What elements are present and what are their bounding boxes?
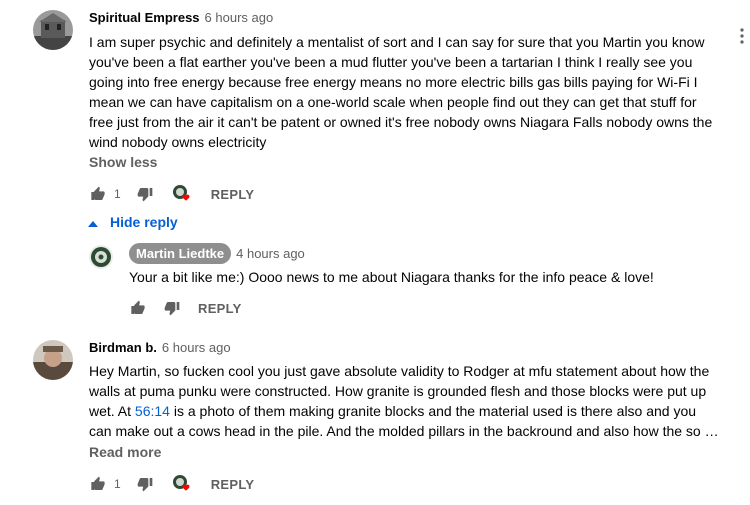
more-vertical-icon[interactable] <box>738 28 746 49</box>
avatar[interactable] <box>33 340 73 380</box>
thumb-up-icon[interactable] <box>90 476 106 492</box>
timestamp-link[interactable]: 56:14 <box>135 403 170 419</box>
like-count: 1 <box>114 477 121 491</box>
thumb-down-icon[interactable] <box>164 300 180 316</box>
avatar[interactable] <box>89 245 113 269</box>
reply-button[interactable]: REPLY <box>198 301 242 316</box>
reply-button[interactable]: REPLY <box>211 477 255 492</box>
comment-actions: 1 REPLY <box>90 474 254 494</box>
author-name[interactable]: Spiritual Empress <box>89 10 200 25</box>
hide-replies-label: Hide reply <box>110 214 178 230</box>
show-less-button[interactable]: Show less <box>89 154 157 170</box>
timestamp[interactable]: 6 hours ago <box>162 340 231 355</box>
caret-up-icon <box>88 214 98 230</box>
timestamp[interactable]: 4 hours ago <box>236 246 305 261</box>
reply-martin-liedtke: Martin Liedtke 4 hours ago Your a bit li… <box>0 240 750 320</box>
thumb-up-icon[interactable] <box>130 300 146 316</box>
comment-header: Martin Liedtke 4 hours ago <box>129 243 305 264</box>
comment-text: Your a bit like me:) Oooo news to me abo… <box>129 269 654 285</box>
hide-replies-toggle[interactable]: Hide reply <box>88 214 178 230</box>
thumb-down-icon[interactable] <box>137 186 153 202</box>
author-name[interactable]: Birdman b. <box>89 340 157 355</box>
comment-header: Spiritual Empress 6 hours ago <box>89 10 273 25</box>
comment-birdman-b: Birdman b. 6 hours ago Hey Martin, so fu… <box>0 330 750 505</box>
creator-heart-icon <box>171 474 193 494</box>
thumb-up-icon[interactable] <box>90 186 106 202</box>
comment-spiritual-empress: Spiritual Empress 6 hours ago I am super… <box>0 0 750 230</box>
comment-actions: REPLY <box>130 298 242 318</box>
timestamp[interactable]: 6 hours ago <box>205 10 274 25</box>
comment-text-part: is a photo of them making granite blocks… <box>89 403 719 439</box>
avatar[interactable] <box>33 10 73 50</box>
comment-actions: 1 REPLY <box>90 184 254 204</box>
comment-text: Hey Martin, so fucken cool you just gave… <box>89 361 719 441</box>
creator-heart-icon <box>171 184 193 204</box>
reply-button[interactable]: REPLY <box>211 187 255 202</box>
comment-text: I am super psychic and definitely a ment… <box>89 34 713 150</box>
thumb-down-icon[interactable] <box>137 476 153 492</box>
read-more-button[interactable]: Read more <box>89 444 161 460</box>
like-count: 1 <box>114 187 121 201</box>
creator-author-chip[interactable]: Martin Liedtke <box>129 243 232 264</box>
comment-header: Birdman b. 6 hours ago <box>89 340 231 355</box>
